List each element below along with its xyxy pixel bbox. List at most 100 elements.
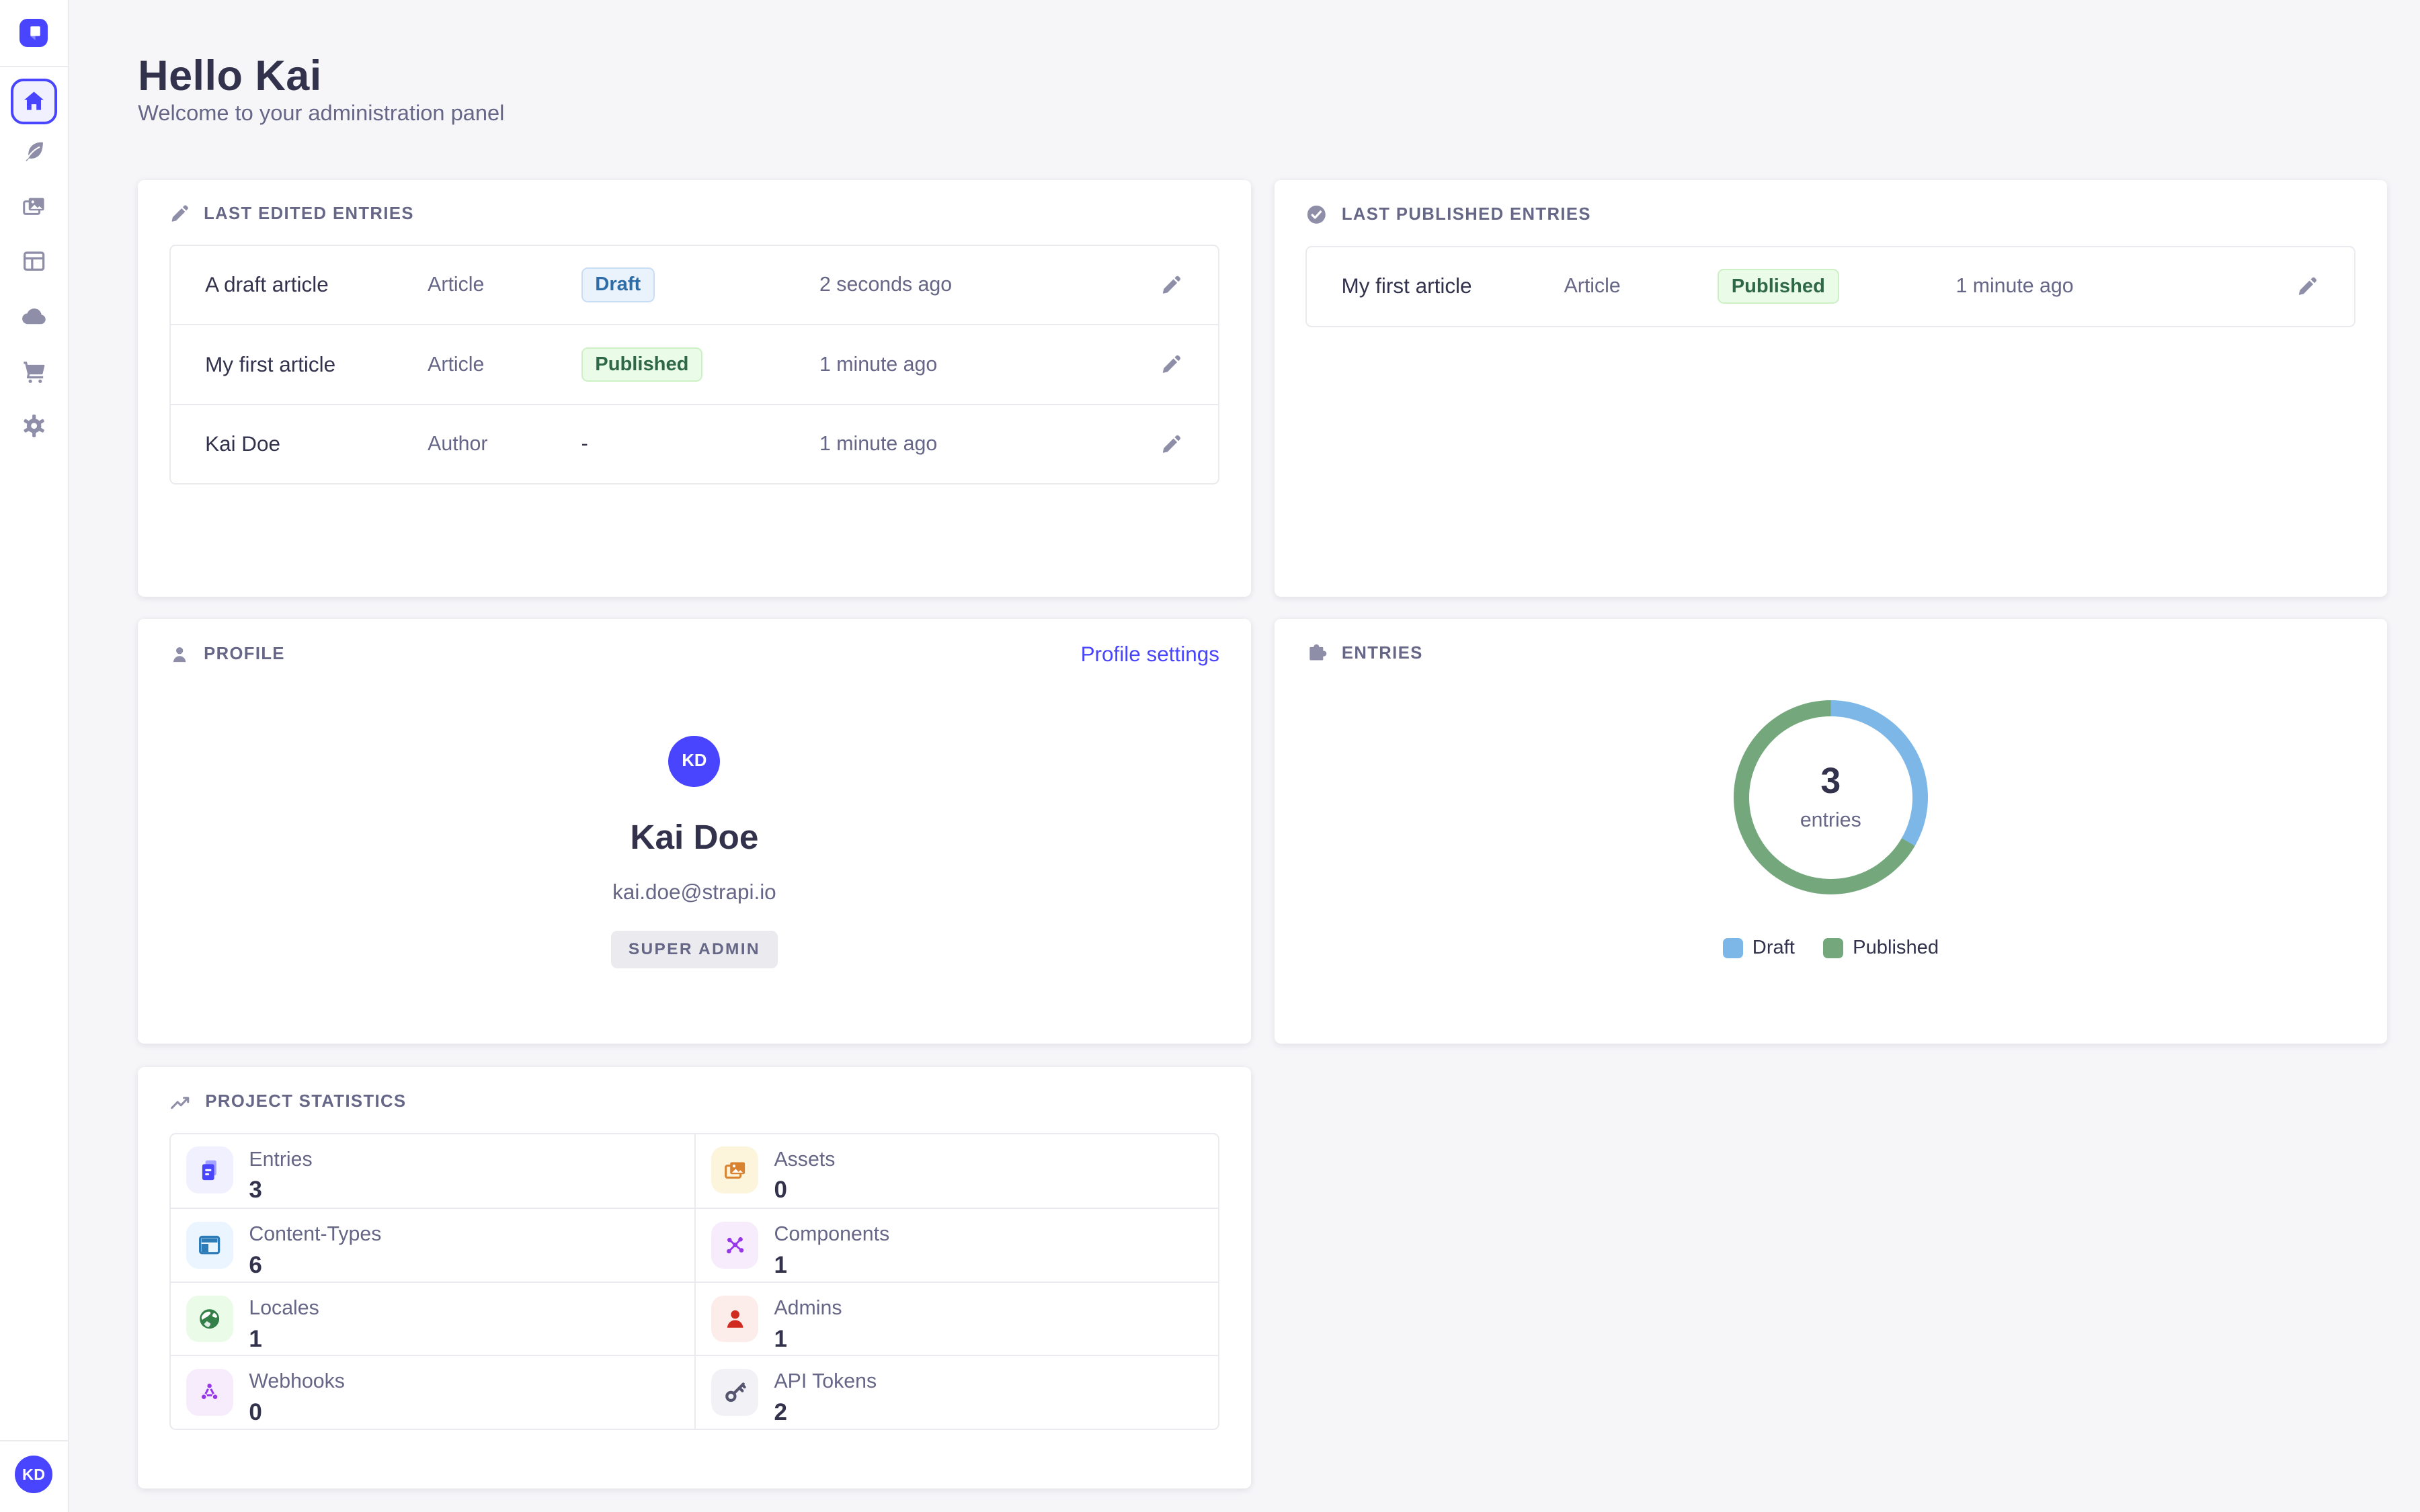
role-badge: SUPER ADMIN — [611, 931, 777, 968]
cart-icon — [22, 359, 46, 384]
sidebar-item-media-library[interactable] — [0, 179, 69, 235]
card-header: PROJECT STATISTICS — [138, 1067, 1250, 1113]
stat-label: Admins — [774, 1297, 842, 1319]
edit-entry-button[interactable] — [1154, 347, 1188, 382]
gear-icon — [22, 413, 46, 438]
stat-value: 3 — [249, 1177, 312, 1204]
stat-value: 1 — [774, 1326, 842, 1353]
page-title: Hello Kai — [138, 52, 322, 100]
entry-time: 1 minute ago — [819, 433, 1124, 456]
documents-icon — [197, 1158, 222, 1183]
stat-label: Entries — [249, 1148, 312, 1171]
entry-type: Article — [1564, 275, 1718, 298]
stat-value: 0 — [774, 1177, 835, 1204]
card-header: LAST EDITED ENTRIES — [138, 180, 1250, 224]
sidebar-item-deploy[interactable] — [0, 289, 69, 344]
entry-type: Article — [428, 353, 581, 376]
sidebar-bottom: KD — [0, 1440, 69, 1512]
pictures-icon — [723, 1158, 748, 1183]
sidebar-item-settings[interactable] — [0, 398, 69, 454]
key-icon — [723, 1380, 748, 1404]
stat-label: Webhooks — [249, 1370, 345, 1392]
stat-locales: Locales 1 — [171, 1282, 694, 1355]
stat-label: Components — [774, 1223, 889, 1245]
profile-card: PROFILE Profile settings KD Kai Doe kai.… — [138, 619, 1250, 1044]
sidebar-item-home[interactable] — [11, 79, 57, 125]
sidebar-item-marketplace[interactable] — [0, 344, 69, 399]
card-header: PROFILE Profile settings — [138, 619, 1250, 667]
status-badge: Draft — [581, 267, 655, 302]
check-circle-icon — [1305, 204, 1328, 226]
pencil-icon — [169, 204, 190, 224]
stat-value: 2 — [774, 1399, 877, 1426]
entry-row[interactable]: A draft article Article Draft 2 seconds … — [171, 246, 1218, 325]
entry-type: Article — [428, 274, 581, 296]
media-library-icon — [22, 194, 46, 219]
profile-name: Kai Doe — [138, 817, 1250, 857]
components-icon — [723, 1232, 748, 1257]
stat-label: Locales — [249, 1297, 319, 1319]
stat-webhooks: Webhooks 0 — [171, 1355, 694, 1429]
edit-entry-button[interactable] — [2290, 269, 2325, 304]
layout-icon — [22, 249, 46, 274]
entry-name: Kai Doe — [205, 432, 428, 456]
stat-value: 6 — [249, 1252, 381, 1279]
card-title: LAST PUBLISHED ENTRIES — [1342, 205, 1591, 224]
sidebar: KD — [0, 0, 69, 1512]
edit-entry-button[interactable] — [1154, 427, 1188, 462]
entry-name: My first article — [205, 353, 428, 377]
entries-chart: 3 entries Draft Published — [1275, 665, 2387, 960]
feather-icon — [22, 139, 46, 164]
user-avatar[interactable]: KD — [15, 1456, 52, 1493]
strapi-dashboard: KD Hello Kai Welcome to your administrat… — [0, 0, 2420, 1512]
sidebar-item-content-manager[interactable] — [0, 124, 69, 179]
profile-email: kai.doe@strapi.io — [138, 880, 1250, 905]
entry-name: A draft article — [205, 273, 428, 297]
last-edited-entries-card: LAST EDITED ENTRIES A draft article Arti… — [138, 180, 1250, 597]
card-title: LAST EDITED ENTRIES — [204, 204, 414, 224]
sidebar-item-content-type-builder[interactable] — [0, 234, 69, 289]
profile-body: KD Kai Doe kai.doe@strapi.io SUPER ADMIN — [138, 736, 1250, 969]
stat-admins: Admins 1 — [694, 1282, 1218, 1355]
sidebar-divider — [0, 1440, 69, 1441]
layout-icon — [197, 1232, 222, 1257]
published-swatch — [1823, 938, 1843, 958]
entry-time: 2 seconds ago — [819, 274, 1124, 296]
stat-content-types: Content-Types 6 — [171, 1208, 694, 1282]
stat-label: Assets — [774, 1148, 835, 1171]
entry-name: My first article — [1341, 274, 1564, 298]
stat-value: 0 — [249, 1399, 345, 1426]
home-icon — [22, 89, 46, 113]
stats-table: Entries 3 Assets 0 — [169, 1133, 1219, 1430]
entries-donut: 3 entries — [1734, 700, 1928, 894]
chart-legend: Draft Published — [1723, 937, 1939, 959]
strapi-logo[interactable] — [19, 19, 48, 47]
stat-assets: Assets 0 — [694, 1134, 1218, 1208]
profile-settings-link[interactable]: Profile settings — [1081, 642, 1219, 667]
entry-time: 1 minute ago — [1955, 275, 2260, 298]
person-icon — [169, 644, 190, 665]
card-title: PROFILE — [204, 644, 285, 664]
trend-up-icon — [169, 1091, 192, 1113]
entry-row[interactable]: Kai Doe Author - 1 minute ago — [171, 404, 1218, 484]
card-header: ENTRIES — [1275, 619, 2387, 665]
profile-avatar[interactable]: KD — [668, 736, 720, 788]
entry-type: Author — [428, 433, 581, 456]
puzzle-icon — [1305, 642, 1328, 665]
card-title: ENTRIES — [1342, 644, 1423, 663]
entry-row[interactable]: My first article Article Published 1 min… — [1307, 247, 2354, 326]
entry-row[interactable]: My first article Article Published 1 min… — [171, 324, 1218, 404]
cloud-icon — [20, 303, 47, 330]
legend-item-draft: Draft — [1723, 937, 1795, 959]
strapi-logo-icon — [19, 19, 48, 47]
stat-value: 1 — [774, 1252, 889, 1279]
card-title: PROJECT STATISTICS — [205, 1092, 406, 1111]
stat-entries: Entries 3 — [171, 1134, 694, 1208]
person-icon — [723, 1306, 748, 1331]
stat-value: 1 — [249, 1326, 319, 1353]
pencil-icon — [2296, 276, 2318, 298]
edit-entry-button[interactable] — [1154, 267, 1188, 302]
stat-api-tokens: API Tokens 2 — [694, 1355, 1218, 1429]
entry-table: My first article Article Published 1 min… — [1305, 246, 2355, 327]
entry-time: 1 minute ago — [819, 353, 1124, 376]
